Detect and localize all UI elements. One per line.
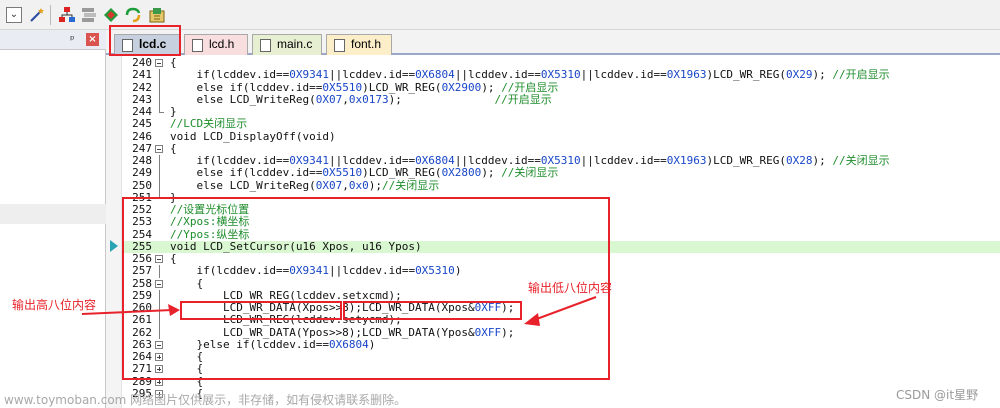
watermark-left: www.toymoban.com 网络图片仅供展示，非存储，如有侵权请联系删除。: [4, 393, 407, 407]
annotation-low-byte: 输出低八位内容: [528, 281, 613, 295]
annotation-high-byte: 输出高八位内容: [12, 298, 97, 312]
left-arrow-head: [168, 304, 180, 316]
annotation-arrows: [81, 296, 597, 326]
watermark-right: CSDN @it星野: [896, 388, 979, 402]
right-arrow-line: [533, 296, 597, 321]
right-arrow-head: [524, 313, 540, 326]
